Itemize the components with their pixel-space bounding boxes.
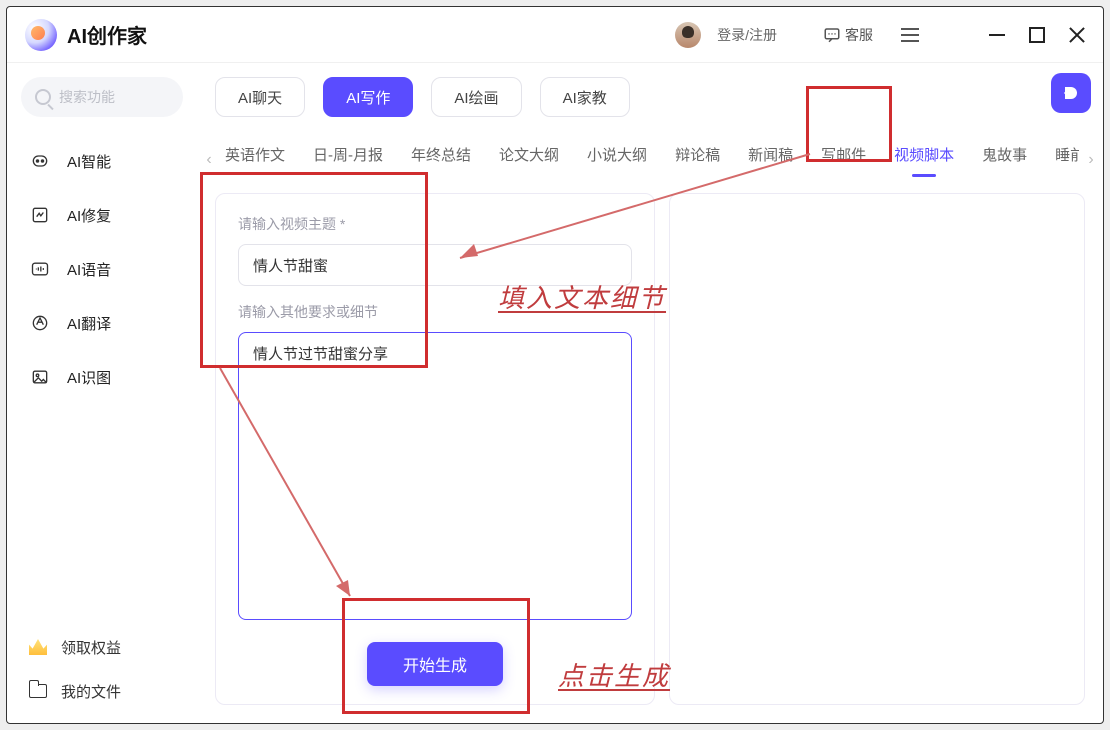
generate-button[interactable]: 开始生成 — [367, 642, 503, 686]
maximize-button[interactable] — [1029, 27, 1045, 43]
subtab-item[interactable]: 英语作文 — [225, 144, 285, 177]
topic-input[interactable] — [238, 244, 632, 286]
tab-ai-chat[interactable]: AI聊天 — [215, 77, 305, 117]
sidebar-vip-link[interactable]: 领取权益 — [21, 625, 183, 669]
sidebar-item-ai-smart[interactable]: AI智能 — [21, 141, 183, 181]
sidebar-item-label: AI智能 — [67, 151, 111, 172]
sidebar-item-label: AI翻译 — [67, 313, 111, 334]
sidebar-item-label: AI语音 — [67, 259, 111, 280]
output-pane — [669, 193, 1085, 705]
details-label: 请输入其他要求或细节 — [238, 302, 632, 322]
sidebar-item-ai-translate[interactable]: AI翻译 — [21, 303, 183, 343]
sidebar-item-label: AI修复 — [67, 205, 111, 226]
subtab-item[interactable]: 论文大纲 — [499, 144, 559, 177]
titlebar: AI创作家 登录/注册 客服 — [7, 7, 1103, 63]
main-pane: AI聊天 AI写作 AI绘画 AI家教 ‹ 英语作文 日-周-月报 年终总结 论… — [197, 63, 1103, 723]
topic-label: 请输入视频主题 * — [238, 214, 632, 234]
subtab-item[interactable]: 新闻稿 — [748, 144, 793, 177]
sidebar: 搜索功能 AI智能 AI修复 — [7, 63, 197, 723]
minimize-button[interactable] — [989, 27, 1005, 43]
topic-input-field[interactable] — [253, 257, 617, 274]
subtab-item[interactable]: 年终总结 — [411, 144, 471, 177]
customer-service-button[interactable]: 客服 — [823, 25, 873, 45]
voice-icon — [29, 258, 51, 280]
app-window: AI创作家 登录/注册 客服 搜索功能 — [6, 6, 1104, 724]
brain-icon — [29, 150, 51, 172]
content-pane: 请输入视频主题 * 请输入其他要求或细节 开始生成 — [197, 179, 1103, 723]
tab-ai-paint[interactable]: AI绘画 — [431, 77, 521, 117]
sidebar-item-ai-image[interactable]: AI识图 — [21, 357, 183, 397]
folder-icon — [29, 684, 47, 698]
subtab-item[interactable]: 日-周-月报 — [313, 144, 383, 177]
subtabs-row: ‹ 英语作文 日-周-月报 年终总结 论文大纲 小说大纲 辩论稿 新闻稿 写邮件… — [197, 141, 1103, 179]
login-link[interactable]: 登录/注册 — [717, 25, 777, 45]
subtabs-next[interactable]: › — [1079, 151, 1103, 169]
subtab-item[interactable]: 小说大纲 — [587, 144, 647, 177]
sidebar-nav: AI智能 AI修复 AI语音 — [21, 141, 183, 397]
subtab-item[interactable]: 辩论稿 — [675, 144, 720, 177]
search-placeholder: 搜索功能 — [59, 87, 115, 107]
send-icon — [1062, 84, 1080, 102]
crown-icon — [29, 639, 47, 655]
app-body: 搜索功能 AI智能 AI修复 — [7, 63, 1103, 723]
translate-icon — [29, 312, 51, 334]
customer-service-label: 客服 — [845, 25, 873, 45]
send-button[interactable] — [1051, 73, 1091, 113]
tab-ai-write[interactable]: AI写作 — [323, 77, 413, 117]
files-label: 我的文件 — [61, 681, 121, 702]
subtab-item[interactable]: 鬼故事 — [982, 144, 1027, 177]
top-tabs: AI聊天 AI写作 AI绘画 AI家教 — [197, 77, 1103, 117]
subtabs-prev[interactable]: ‹ — [197, 151, 221, 169]
repair-icon — [29, 204, 51, 226]
subtab-item-active[interactable]: 视频脚本 — [894, 144, 954, 177]
chat-icon — [823, 26, 841, 44]
image-icon — [29, 366, 51, 388]
vip-label: 领取权益 — [61, 637, 121, 658]
search-icon — [35, 89, 51, 105]
details-textarea[interactable] — [238, 332, 632, 620]
close-button[interactable] — [1069, 27, 1085, 43]
tab-ai-tutor[interactable]: AI家教 — [540, 77, 630, 117]
sidebar-item-label: AI识图 — [67, 367, 111, 388]
avatar[interactable] — [675, 22, 701, 48]
menu-icon[interactable] — [901, 28, 919, 42]
sidebar-files-link[interactable]: 我的文件 — [21, 669, 183, 713]
subtab-item[interactable]: 写邮件 — [821, 144, 866, 177]
sidebar-item-ai-voice[interactable]: AI语音 — [21, 249, 183, 289]
sidebar-item-ai-repair[interactable]: AI修复 — [21, 195, 183, 235]
form-pane: 请输入视频主题 * 请输入其他要求或细节 开始生成 — [215, 193, 655, 705]
app-title: AI创作家 — [67, 20, 147, 49]
window-controls — [989, 27, 1085, 43]
subtabs: 英语作文 日-周-月报 年终总结 论文大纲 小说大纲 辩论稿 新闻稿 写邮件 视… — [221, 144, 1079, 177]
app-logo — [25, 19, 57, 51]
subtab-item[interactable]: 睡前小故事 — [1055, 144, 1079, 177]
search-input[interactable]: 搜索功能 — [21, 77, 183, 117]
